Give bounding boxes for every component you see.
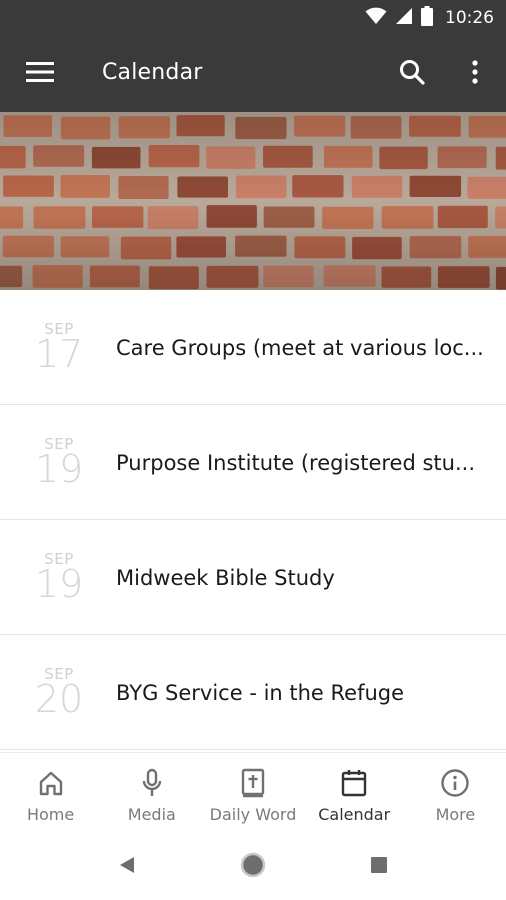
event-day: 19 bbox=[34, 447, 84, 491]
bottom-navigation: Home Media Daily Word Calendar More bbox=[0, 752, 506, 834]
event-row[interactable]: SEP 17 Care Groups (meet at various loc.… bbox=[0, 290, 506, 405]
app-bar: Calendar bbox=[0, 36, 506, 112]
back-icon bbox=[118, 855, 136, 880]
event-title: Care Groups (meet at various loc... bbox=[116, 336, 484, 360]
event-title: BYG Service - in the Refuge bbox=[116, 681, 405, 705]
system-recents-button[interactable] bbox=[364, 852, 394, 882]
menu-button[interactable] bbox=[20, 58, 60, 90]
overflow-menu-button[interactable] bbox=[460, 56, 490, 92]
nav-label-media: Media bbox=[127, 805, 176, 824]
nav-item-calendar[interactable]: Calendar bbox=[304, 753, 405, 834]
event-row[interactable]: SEP 20 BYG Service - in the Refuge bbox=[0, 635, 506, 750]
header-banner-image bbox=[0, 112, 506, 290]
nav-item-media[interactable]: Media bbox=[101, 753, 202, 834]
brick-wall-image bbox=[0, 112, 506, 290]
nav-item-home[interactable]: Home bbox=[0, 753, 101, 834]
search-icon bbox=[399, 59, 425, 90]
wifi-icon bbox=[365, 7, 387, 30]
battery-icon bbox=[421, 5, 433, 31]
home-icon bbox=[36, 767, 66, 799]
system-back-button[interactable] bbox=[112, 852, 142, 882]
nav-label-home: Home bbox=[26, 805, 75, 824]
info-icon bbox=[440, 767, 470, 799]
search-button[interactable] bbox=[394, 56, 430, 92]
nav-label-calendar: Calendar bbox=[318, 805, 391, 824]
nav-label-more: More bbox=[435, 805, 476, 824]
event-day: 17 bbox=[34, 332, 84, 376]
event-title: Purpose Institute (registered stu... bbox=[116, 451, 475, 475]
bible-icon bbox=[238, 767, 268, 799]
event-row[interactable]: SEP 19 Purpose Institute (registered stu… bbox=[0, 405, 506, 520]
more-vert-icon bbox=[472, 59, 478, 89]
events-list: SEP 17 Care Groups (meet at various loc.… bbox=[0, 290, 506, 750]
event-day: 19 bbox=[34, 562, 84, 606]
menu-icon bbox=[26, 61, 54, 88]
signal-icon bbox=[395, 7, 413, 30]
calendar-icon bbox=[339, 767, 369, 799]
status-icons: 10:26 bbox=[365, 5, 494, 31]
status-time: 10:26 bbox=[445, 8, 494, 28]
event-row[interactable]: SEP 19 Midweek Bible Study bbox=[0, 520, 506, 635]
nav-item-daily-word[interactable]: Daily Word bbox=[202, 753, 303, 834]
event-title: Midweek Bible Study bbox=[116, 566, 335, 590]
page-title: Calendar bbox=[102, 60, 203, 85]
recents-icon bbox=[369, 855, 389, 880]
system-navigation-bar bbox=[0, 834, 506, 900]
event-day: 20 bbox=[34, 677, 84, 721]
microphone-icon bbox=[137, 767, 167, 799]
home-circle-icon bbox=[239, 851, 267, 884]
system-home-button[interactable] bbox=[238, 852, 268, 882]
nav-label-daily-word: Daily Word bbox=[209, 805, 297, 824]
status-bar: 10:26 bbox=[0, 0, 506, 36]
nav-item-more[interactable]: More bbox=[405, 753, 506, 834]
